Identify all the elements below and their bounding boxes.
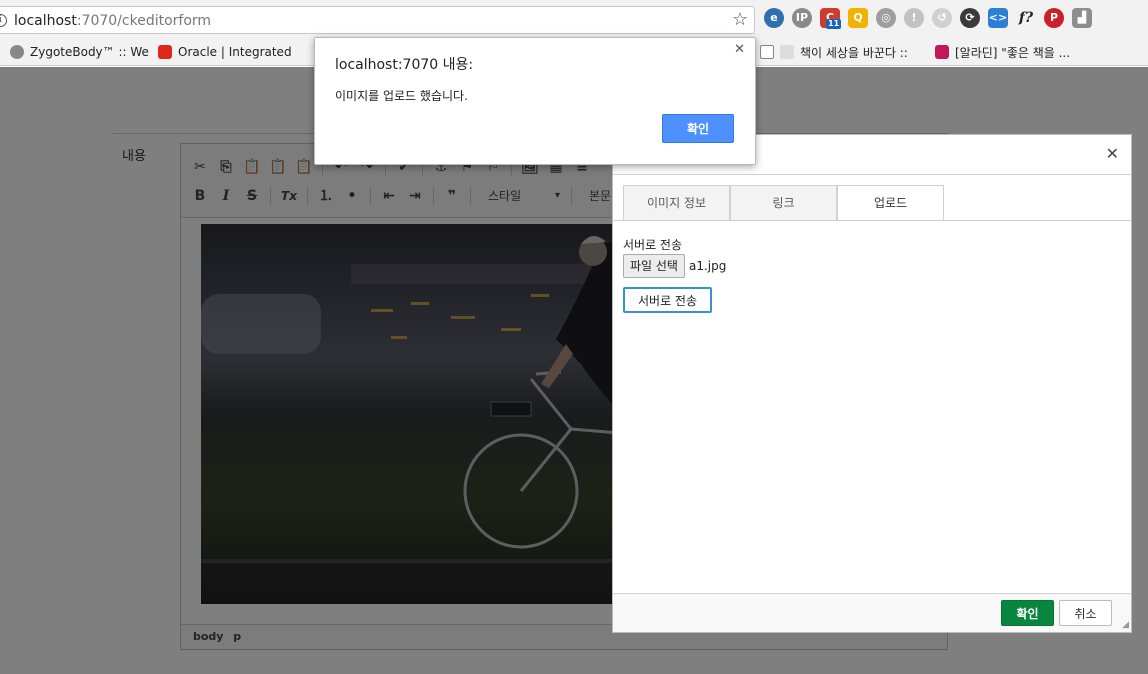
dialog-tabs: 이미지 정보 링크 업로드 (623, 185, 944, 221)
bookmark-label: 책이 세상을 바꾼다 :: (800, 45, 908, 60)
image-properties-dialog: ✕ 이미지 정보 링크 업로드 서버로 전송 파일 선택 a1.jpg 서버로 … (612, 134, 1132, 633)
extension-ip-icon[interactable]: IP (792, 8, 812, 28)
info-icon[interactable]: i (0, 14, 7, 27)
page-icon (760, 45, 774, 59)
alert-ok-button[interactable]: 확인 (662, 114, 734, 143)
extension-badge: 11 (826, 19, 842, 29)
send-to-server-button[interactable]: 서버로 전송 (623, 287, 712, 313)
extension-square-icon[interactable]: ▟ (1072, 8, 1092, 28)
gear-icon (10, 45, 24, 59)
address-bar[interactable]: i localhost:7070/ckeditorform ☆ (0, 6, 755, 34)
pinterest-icon[interactable]: P (1044, 8, 1064, 28)
alert-dialog: localhost:7070 내용: ✕ 이미지를 업로드 했습니다. 확인 (314, 37, 756, 165)
extension-refresh-icon[interactable]: ⟳ (960, 8, 980, 28)
extension-function-icon[interactable]: f? (1016, 8, 1036, 28)
aladin-icon (935, 45, 949, 59)
tab-link[interactable]: 링크 (730, 185, 837, 220)
oracle-icon (158, 45, 172, 59)
bookmark-aladin[interactable]: [알라딘] "좋은 책을 ... (935, 43, 1075, 61)
browser-toolbar: i localhost:7070/ckeditorform ☆ e IP C 11… (0, 0, 1148, 38)
ok-button[interactable]: 확인 (1001, 600, 1054, 626)
extension-gray-search-icon[interactable]: ◎ (876, 8, 896, 28)
extension-search-icon[interactable]: Q (848, 8, 868, 28)
alert-title: localhost:7070 내용: (335, 57, 474, 73)
upload-label: 서버로 전송 (623, 238, 683, 252)
file-input-row: 파일 선택 a1.jpg (623, 254, 726, 278)
choose-file-button[interactable]: 파일 선택 (623, 254, 685, 278)
bookmark-label: Oracle | Integrated C (178, 45, 296, 59)
upload-panel: 서버로 전송 파일 선택 a1.jpg 서버로 전송 (623, 236, 726, 313)
extension-e-icon[interactable]: e (764, 8, 784, 28)
site-icon (780, 45, 794, 59)
extension-leaf-icon[interactable]: ↺ (932, 8, 952, 28)
close-icon[interactable]: ✕ (734, 42, 745, 57)
close-icon[interactable]: ✕ (1106, 144, 1119, 163)
extension-counter-icon[interactable]: C 11 (820, 8, 842, 29)
alert-message: 이미지를 업로드 했습니다. (335, 89, 468, 103)
selected-file-name: a1.jpg (688, 259, 727, 273)
dialog-footer: 확인 취소 ◢ (613, 593, 1131, 632)
url-text[interactable]: localhost:7070/ckeditorform (14, 13, 211, 29)
bookmark-oracle[interactable]: Oracle | Integrated C (158, 43, 296, 61)
extension-info-icon[interactable]: ! (904, 8, 924, 28)
tab-image-info[interactable]: 이미지 정보 (623, 185, 730, 220)
extension-icons: e IP C 11 Q ◎ ! ↺ ⟳ <> f? P ▟ (764, 8, 1092, 29)
bookmark-label: ZygoteBody™ :: Welc (30, 45, 150, 59)
tabs-divider (613, 220, 1131, 221)
bookmark-book-world[interactable]: 책이 세상을 바꾼다 :: (760, 43, 930, 61)
extension-code-icon[interactable]: <> (988, 8, 1008, 28)
bookmark-star-icon[interactable]: ☆ (732, 9, 748, 30)
resize-handle-icon[interactable]: ◢ (1122, 620, 1129, 630)
cancel-button[interactable]: 취소 (1059, 600, 1112, 626)
tab-upload[interactable]: 업로드 (837, 185, 944, 221)
bookmark-zygotebody[interactable]: ZygoteBody™ :: Welc (10, 43, 150, 61)
bookmark-label: [알라딘] "좋은 책을 ... (955, 45, 1071, 60)
